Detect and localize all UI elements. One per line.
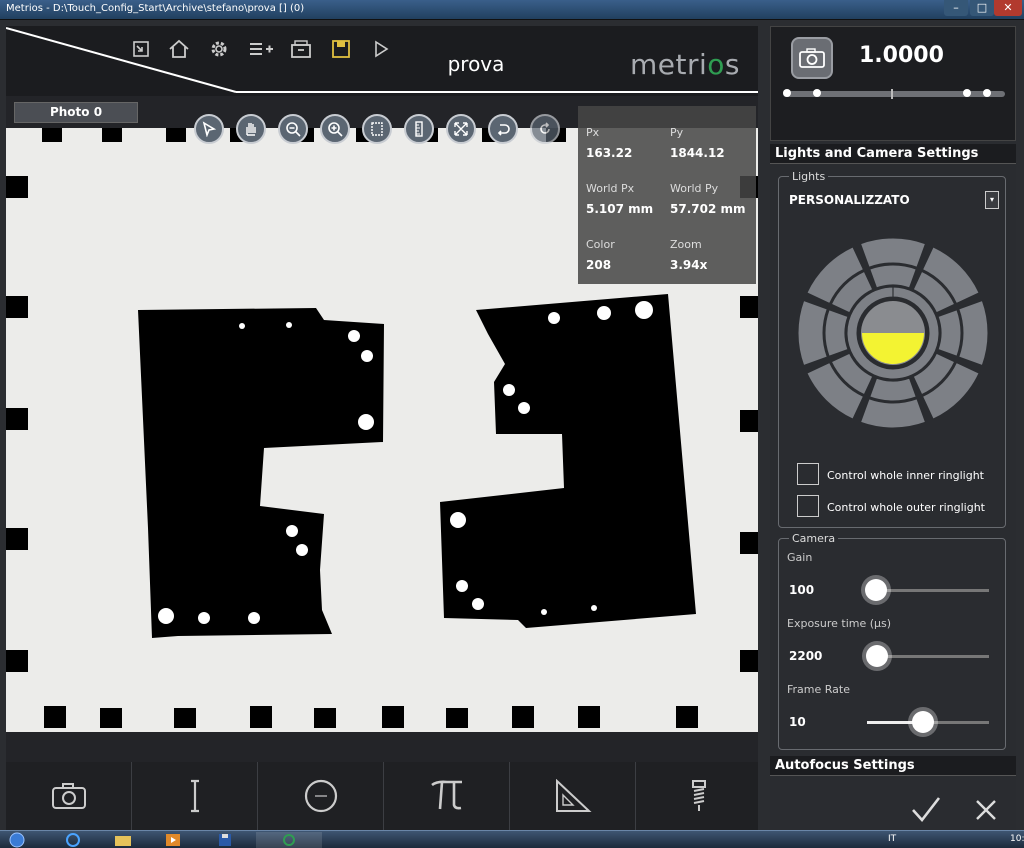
browser-taskbar-icon[interactable]	[60, 832, 86, 848]
py-label: Py	[670, 126, 684, 139]
play-icon[interactable]	[368, 36, 394, 62]
camera-zoom-value: 1.0000	[859, 43, 944, 68]
exposure-label: Exposure time (µs)	[787, 617, 892, 630]
settings-panel: 1.0000 Lights and Camera Settings Lights…	[770, 26, 1016, 830]
ringlight-segment[interactable]	[869, 264, 917, 289]
lights-mode-value[interactable]: PERSONALIZZATO	[789, 193, 910, 207]
window-titlebar: Metrios - D:\Touch_Config_Start\Archive\…	[0, 0, 1024, 20]
inner-ringlight-label: Control whole inner ringlight	[827, 469, 984, 482]
px-label: Px	[586, 126, 600, 139]
exposure-value: 2200	[789, 649, 823, 663]
framerate-label: Frame Rate	[787, 683, 850, 696]
ringlight-center-lit-half	[862, 333, 924, 364]
confirm-button[interactable]	[910, 794, 942, 826]
document-title: prova	[447, 52, 505, 76]
circle-icon[interactable]	[258, 762, 384, 830]
camera-group: Camera Gain 100 Exposure time (µs) 2200 …	[778, 532, 1006, 750]
list-add-icon[interactable]	[248, 36, 274, 62]
gear-icon[interactable]	[206, 36, 232, 62]
window-title: Metrios - D:\Touch_Config_Start\Archive\…	[6, 3, 305, 14]
measure-toolbar	[6, 762, 758, 830]
ringlight-segment[interactable]	[937, 309, 962, 357]
maximize-button[interactable]: □	[970, 0, 994, 16]
ringlight-segment[interactable]	[869, 377, 917, 402]
exposure-slider[interactable]	[865, 645, 989, 667]
triangle-ruler-icon[interactable]	[510, 762, 636, 830]
checkmark-icon	[912, 797, 941, 823]
zoom-value: 3.94x	[670, 258, 708, 272]
camera-legend: Camera	[789, 532, 839, 545]
keyboard-language[interactable]: IT	[888, 834, 896, 844]
world-px-label: World Px	[586, 182, 635, 195]
os-taskbar: IT 10:	[0, 830, 1024, 848]
ringlight-segment[interactable]	[958, 299, 989, 367]
screw-icon[interactable]	[636, 762, 762, 830]
framerate-slider-handle[interactable]	[912, 711, 935, 733]
save-icon[interactable]	[328, 36, 354, 62]
ringlight-diagram[interactable]	[795, 235, 991, 431]
undo-icon[interactable]	[488, 114, 518, 144]
redo-icon[interactable]	[530, 114, 560, 144]
color-label: Color	[586, 238, 615, 251]
lights-mode-dropdown[interactable]: ▾	[985, 191, 999, 209]
main-area: prova metrios Photo 0 Px 163.22 Py 1844.…	[6, 26, 758, 830]
gain-label: Gain	[787, 551, 813, 564]
fit-icon[interactable]	[446, 114, 476, 144]
media-player-taskbar-icon[interactable]	[160, 832, 186, 848]
ringlight-segment[interactable]	[859, 237, 927, 268]
framerate-value: 10	[789, 715, 806, 729]
lights-legend: Lights	[789, 170, 829, 183]
gain-slider[interactable]	[864, 579, 989, 601]
archive-icon[interactable]	[288, 36, 314, 62]
world-py-value: 57.702 mm	[670, 202, 746, 216]
lights-camera-section-title[interactable]: Lights and Camera Settings	[770, 144, 1016, 164]
py-value: 1844.12	[670, 146, 725, 160]
ringlight-segment[interactable]	[824, 309, 849, 357]
zoom-label: Zoom	[670, 238, 702, 251]
world-py-label: World Py	[670, 182, 719, 195]
floppy-taskbar-icon[interactable]	[212, 832, 238, 848]
framerate-slider[interactable]	[867, 711, 989, 733]
camera-header: 1.0000	[770, 26, 1016, 141]
inner-ringlight-checkbox[interactable]	[797, 463, 819, 485]
line-icon[interactable]	[132, 762, 258, 830]
frame-icon[interactable]	[362, 114, 392, 144]
gain-slider-handle[interactable]	[864, 579, 887, 601]
lights-group: Lights PERSONALIZZATO ▾ Control whole in…	[778, 170, 1006, 528]
minimize-button[interactable]: –	[944, 0, 968, 16]
home-icon[interactable]	[166, 36, 192, 62]
outer-ringlight-checkbox[interactable]	[797, 495, 819, 517]
close-button[interactable]: ✕	[994, 0, 1022, 16]
pi-icon[interactable]	[384, 762, 510, 830]
zoom-out-icon[interactable]	[278, 114, 308, 144]
import-icon[interactable]	[128, 36, 154, 62]
px-value: 163.22	[586, 146, 633, 160]
app-header: prova metrios	[6, 26, 758, 96]
start-orb-icon[interactable]	[4, 832, 30, 848]
autofocus-section-title[interactable]: Autofocus Settings	[770, 756, 1016, 776]
color-value: 208	[586, 258, 612, 272]
outer-ringlight-label: Control whole outer ringlight	[827, 501, 985, 514]
close-x-icon	[976, 800, 996, 820]
ruler-icon[interactable]	[404, 114, 434, 144]
capture-camera-button[interactable]	[791, 37, 833, 79]
cursor-info-panel: Px 163.22 Py 1844.12 World Px 5.107 mm W…	[578, 106, 756, 284]
ringlight-segment[interactable]	[859, 398, 927, 429]
exposure-slider-handle[interactable]	[865, 645, 888, 667]
world-px-value: 5.107 mm	[586, 202, 654, 216]
pointer-icon[interactable]	[194, 114, 224, 144]
gain-value: 100	[789, 583, 815, 597]
camera-zoom-slider[interactable]	[783, 89, 1005, 99]
cancel-button[interactable]	[970, 794, 1002, 826]
ringlight-segment[interactable]	[797, 299, 828, 367]
camera-icon	[799, 48, 825, 68]
camera-icon[interactable]	[6, 762, 132, 830]
metrios-taskbar-item[interactable]	[256, 832, 322, 848]
system-clock: 10:	[1010, 834, 1024, 844]
brand-logo: metrios	[630, 48, 741, 81]
pan-hand-icon[interactable]	[236, 114, 266, 144]
zoom-in-icon[interactable]	[320, 114, 350, 144]
folder-taskbar-icon[interactable]	[110, 832, 136, 848]
photo-tab[interactable]: Photo 0	[14, 102, 138, 123]
